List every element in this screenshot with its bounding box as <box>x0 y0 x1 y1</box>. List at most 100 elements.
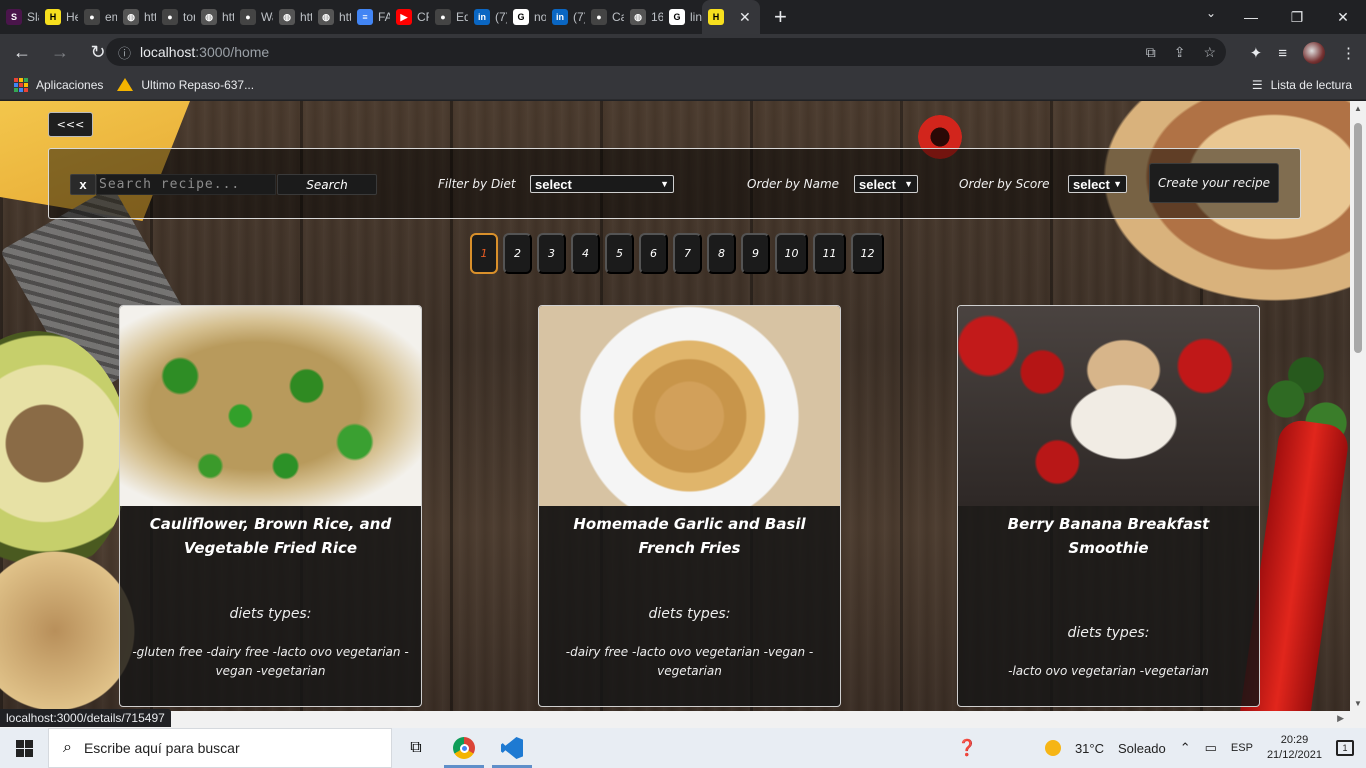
taskbar-chrome[interactable] <box>440 728 488 768</box>
vertical-scrollbar[interactable]: ▲ ▼ <box>1350 101 1366 711</box>
page-button[interactable]: 3 <box>537 233 566 274</box>
filter-diet-select[interactable]: select ▼ <box>530 175 674 193</box>
tab-favicon-icon: ● <box>84 9 100 25</box>
browser-tab[interactable]: ◍ 162 <box>624 0 663 34</box>
browser-tab[interactable]: ◍ http <box>273 0 312 34</box>
chevron-up-icon[interactable]: ⌃ <box>1180 740 1191 756</box>
browser-tab[interactable]: ● Car <box>585 0 624 34</box>
weather-text[interactable]: Soleado <box>1118 741 1166 756</box>
page-button[interactable]: 5 <box>605 233 634 274</box>
browser-tab[interactable]: ◍ http <box>312 0 351 34</box>
weather-temp[interactable]: 31°C <box>1075 741 1104 756</box>
tab-label: http <box>144 10 156 24</box>
clock[interactable]: 20:29 21/12/2021 <box>1267 733 1322 763</box>
tab-label: http <box>222 10 234 24</box>
menu-icon[interactable]: ⋮ <box>1341 44 1356 62</box>
page-button[interactable]: 7 <box>673 233 702 274</box>
media-control-icon[interactable]: ≡ <box>1278 45 1287 62</box>
recipe-image[interactable] <box>539 306 840 506</box>
scroll-down-icon[interactable]: ▼ <box>1354 699 1362 708</box>
recipe-image[interactable] <box>120 306 421 506</box>
browser-tab[interactable]: ▶ CRE <box>390 0 429 34</box>
browser-tab[interactable]: ● ton <box>156 0 195 34</box>
page-button[interactable]: 12 <box>851 233 884 274</box>
browser-tab[interactable]: Glink <box>663 0 702 34</box>
tab-label: CRE <box>417 10 429 24</box>
page-button[interactable]: 8 <box>707 233 736 274</box>
order-score-select[interactable]: select ▼ <box>1068 175 1127 193</box>
scroll-up-icon[interactable]: ▲ <box>1354 104 1362 113</box>
system-tray: ❓ 31°C Soleado ⌃ ▭ ESP 20:29 21/12/2021 … <box>957 728 1366 768</box>
active-tab[interactable]: H ✕ <box>702 0 760 34</box>
page-button[interactable]: 9 <box>741 233 770 274</box>
scroll-right-icon[interactable]: ▶ <box>1337 713 1344 724</box>
browser-tab[interactable]: in (7) <box>546 0 585 34</box>
order-name-select[interactable]: select ▼ <box>854 175 918 193</box>
task-view-button[interactable]: ⧉ <box>392 728 440 768</box>
recipe-card[interactable]: Berry Banana Breakfast Smoothie diets ty… <box>957 305 1260 707</box>
help-icon[interactable]: ❓ <box>957 738 977 758</box>
diets-list: -lacto ovo vegetarian -vegetarian <box>1008 664 1209 678</box>
start-button[interactable] <box>0 728 48 768</box>
page-button[interactable]: 11 <box>813 233 846 274</box>
reading-list-label: Lista de lectura <box>1270 77 1352 92</box>
search-input[interactable] <box>96 174 276 195</box>
page-button[interactable]: 1 <box>470 233 498 274</box>
close-window-icon[interactable]: ✕ <box>1320 9 1366 26</box>
recipe-image[interactable] <box>958 306 1259 506</box>
address-bar[interactable]: ⓘ localhost:3000/home ⧉ ⇪ ☆ <box>106 38 1226 66</box>
browser-tab[interactable]: ● Edi <box>429 0 468 34</box>
page-button[interactable]: 2 <box>503 233 532 274</box>
tab-label: FAC <box>378 10 390 24</box>
chrome-icon <box>453 737 475 759</box>
recipe-card[interactable]: Cauliflower, Brown Rice, and Vegetable F… <box>119 305 422 707</box>
browser-tab[interactable]: ≡ FAC <box>351 0 390 34</box>
share-icon[interactable]: ⇪ <box>1174 44 1186 61</box>
browser-tab[interactable]: in (7) <box>468 0 507 34</box>
bookmark-drive-label: Ultimo Repaso-637... <box>141 77 255 92</box>
horizontal-scrollbar[interactable]: ▶ <box>0 711 1366 728</box>
page-button[interactable]: 6 <box>639 233 668 274</box>
browser-tab[interactable]: ◍ http <box>195 0 234 34</box>
taskbar-search[interactable]: ⌕ Escribe aquí para buscar <box>48 728 392 768</box>
search-icon: ⌕ <box>63 739 72 756</box>
create-recipe-button[interactable]: Create your recipe <box>1149 163 1279 203</box>
browser-tab[interactable]: ◍ http <box>117 0 156 34</box>
back-button[interactable]: <<< <box>48 112 93 137</box>
back-arrow-icon[interactable]: ← <box>6 42 38 63</box>
bookmark-apps[interactable]: Aplicaciones <box>14 77 103 92</box>
translate-icon[interactable]: ⧉ <box>1146 44 1156 61</box>
windows-taskbar: ⌕ Escribe aquí para buscar ⧉ ❓ 31°C Sole… <box>0 728 1366 768</box>
recipe-card[interactable]: Homemade Garlic and Basil French Fries d… <box>538 305 841 707</box>
site-info-icon[interactable]: ⓘ <box>118 43 140 62</box>
browser-tab[interactable]: ● em <box>78 0 117 34</box>
filter-diet-label: Filter by Diet <box>438 177 516 191</box>
search-button[interactable]: Search <box>277 174 377 195</box>
forward-arrow-icon[interactable]: → <box>44 42 76 63</box>
minimize-icon[interactable]: — <box>1228 9 1274 25</box>
reading-list[interactable]: ☰ Lista de lectura <box>1252 78 1352 92</box>
page-button[interactable]: 4 <box>571 233 600 274</box>
notification-count[interactable]: 1 <box>1336 740 1354 756</box>
browser-tab[interactable]: Gnoc <box>507 0 546 34</box>
restore-icon[interactable]: ❐ <box>1274 9 1320 26</box>
browser-tab[interactable]: H Her <box>39 0 78 34</box>
new-tab-button[interactable]: + <box>774 4 794 30</box>
status-link-url: localhost:3000/details/715497 <box>0 709 171 727</box>
sun-weather-icon[interactable] <box>1044 740 1061 756</box>
extensions-icon[interactable]: ✦ <box>1250 44 1263 62</box>
taskbar-vscode[interactable] <box>488 728 536 768</box>
browser-tab[interactable]: ● Wa <box>234 0 273 34</box>
close-tab-icon[interactable]: ✕ <box>739 9 751 26</box>
chevron-down-icon: ▼ <box>904 179 913 189</box>
page-button[interactable]: 10 <box>775 233 808 274</box>
profile-avatar[interactable] <box>1303 42 1325 64</box>
scrollbar-thumb[interactable] <box>1354 123 1362 353</box>
bookmark-star-icon[interactable]: ☆ <box>1203 44 1216 61</box>
browser-tab[interactable]: S Slac <box>0 0 39 34</box>
clear-search-button[interactable]: x <box>70 174 96 195</box>
language-indicator[interactable]: ESP <box>1231 742 1253 754</box>
battery-icon[interactable]: ▭ <box>1205 740 1217 756</box>
bookmark-drive-item[interactable]: Ultimo Repaso-637... <box>117 78 254 92</box>
tab-search-icon[interactable]: ⌄ <box>1206 6 1216 20</box>
